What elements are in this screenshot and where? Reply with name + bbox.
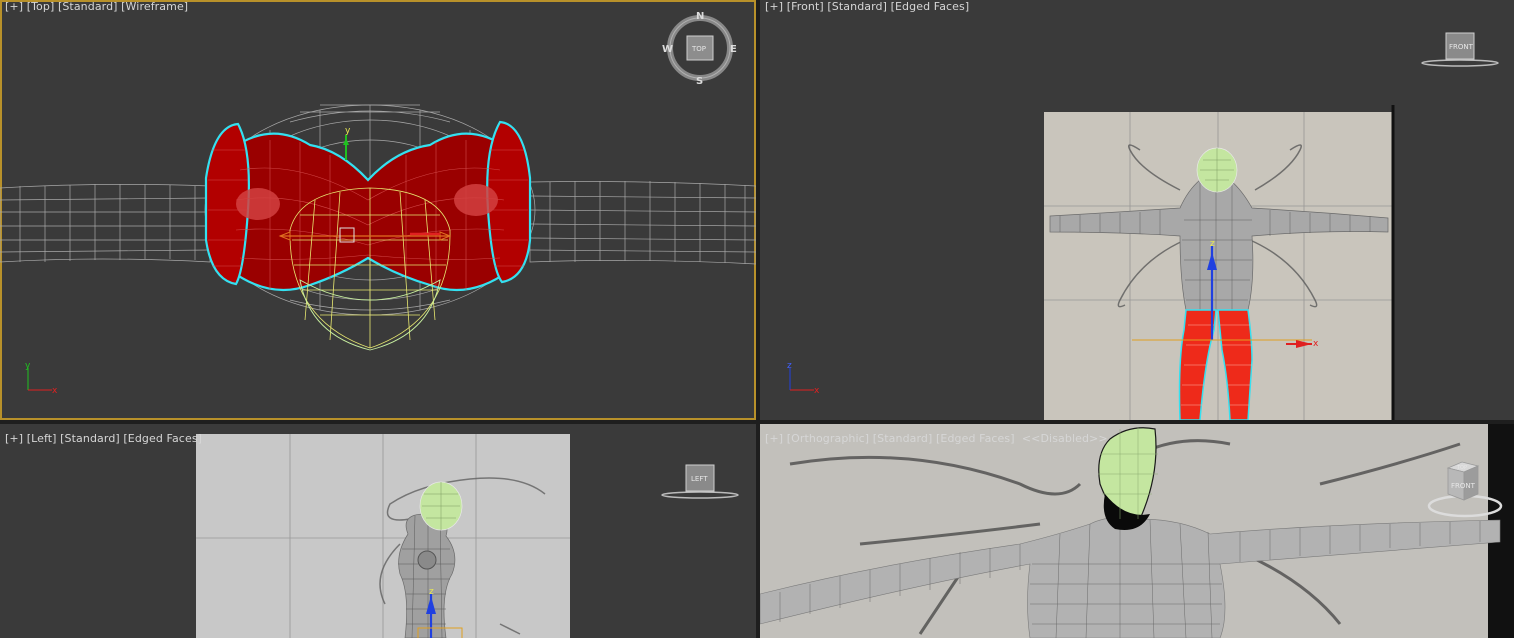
compass-n: N	[696, 11, 704, 22]
compass-e: E	[730, 44, 737, 55]
tripod-label-x: x	[52, 386, 58, 396]
viewport-front[interactable]: [+] [Front] [Standard] [Edged Faces] z x…	[760, 0, 1514, 420]
viewcube-front[interactable]: FRONT	[1418, 30, 1502, 74]
compass-w: W	[662, 44, 673, 55]
viewcube-face-top: TOP	[1456, 465, 1467, 471]
tripod-label-x: x	[814, 386, 820, 396]
viewcube-face-label: TOP	[691, 45, 706, 53]
viewport-label-orthographic[interactable]: [+] [Orthographic] [Standard] [Edged Fac…	[765, 432, 1108, 445]
left-view-scene[interactable]: z	[0, 424, 756, 638]
gizmo-axis-label-z: z	[1210, 239, 1215, 249]
gizmo-axis-label-z: z	[429, 587, 434, 597]
viewcube-face-front: FRONT	[1451, 482, 1476, 490]
viewport-label-top[interactable]: [+] [Top] [Standard] [Wireframe]	[5, 0, 188, 13]
viewcube-left[interactable]: LEFT	[658, 462, 742, 506]
viewcube-orthographic[interactable]: TOP FRONT	[1420, 454, 1504, 524]
viewcube-top[interactable]: TOP N S E W	[660, 10, 740, 90]
viewport-orthographic[interactable]: [+] [Orthographic] [Standard] [Edged Fac…	[760, 424, 1514, 638]
compass-s: S	[696, 76, 703, 87]
front-view-scene[interactable]: z x	[760, 0, 1514, 420]
tripod-label-y: y	[25, 361, 31, 371]
orthographic-view-scene[interactable]	[760, 424, 1514, 638]
viewport-label-left[interactable]: [+] [Left] [Standard] [Edged Faces]	[5, 432, 202, 445]
arm-wireframe-left	[0, 184, 211, 263]
viewcube-face-label: LEFT	[691, 475, 708, 483]
viewport-left[interactable]: [+] [Left] [Standard] [Edged Faces] z LE…	[0, 424, 756, 638]
viewcube-face-label: FRONT	[1449, 43, 1474, 51]
gizmo-axis-label-x: x	[1313, 339, 1319, 349]
axis-tripod-front: z x	[787, 361, 820, 396]
top-view-scene[interactable]: y	[0, 0, 756, 420]
axis-tripod-top: y x	[25, 361, 58, 396]
viewport-label-front[interactable]: [+] [Front] [Standard] [Edged Faces]	[765, 0, 969, 13]
gizmo-axis-label-y: y	[345, 126, 351, 136]
arm-wireframe-right	[529, 181, 756, 265]
viewport-top[interactable]: [+] [Top] [Standard] [Wireframe] y TOP N…	[0, 0, 756, 420]
tripod-label-z: z	[787, 361, 792, 371]
